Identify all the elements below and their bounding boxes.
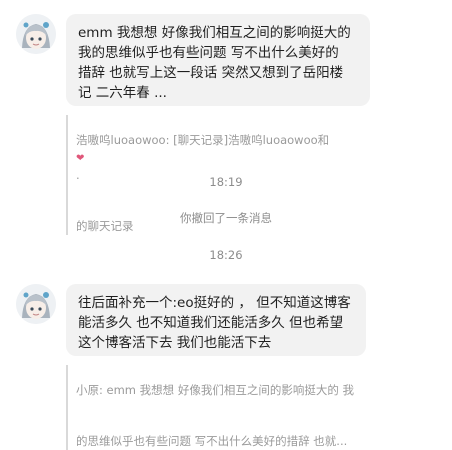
quote-line-2: 的思维似乎也有些问题 写不出什么美好的措辞 也就... — [76, 434, 348, 448]
message-bubble[interactable]: emm 我想想 好像我们相互之间的影响挺大的 我的思维似乎也有些问题 写不出什么… — [66, 14, 370, 106]
message-quote[interactable]: 小原: emm 我想想 好像我们相互之间的影响挺大的 我 的思维似乎也有些问题 … — [66, 365, 376, 450]
message-bubble[interactable]: 往后面补充一个:eo挺好的 ， 但不知道这博客 能活多久 也不知道我们还能活多久… — [66, 284, 366, 356]
timestamp: 18:26 — [209, 248, 243, 262]
heart-icon: ❤ — [76, 153, 85, 164]
anime-avatar-icon — [16, 14, 56, 54]
timestamp: 18:19 — [209, 175, 243, 189]
quote-line-1: 浩嗷呜luoaowoo: [聊天记录]浩嗷呜luoaowoo和 — [76, 133, 330, 147]
anime-avatar-icon — [16, 284, 56, 324]
sender-avatar[interactable] — [16, 14, 56, 54]
sender-avatar[interactable] — [16, 284, 56, 324]
recall-notice: 你撤回了一条消息 — [180, 211, 272, 225]
quote-line-1: 小原: emm 我想想 好像我们相互之间的影响挺大的 我 — [76, 383, 354, 397]
